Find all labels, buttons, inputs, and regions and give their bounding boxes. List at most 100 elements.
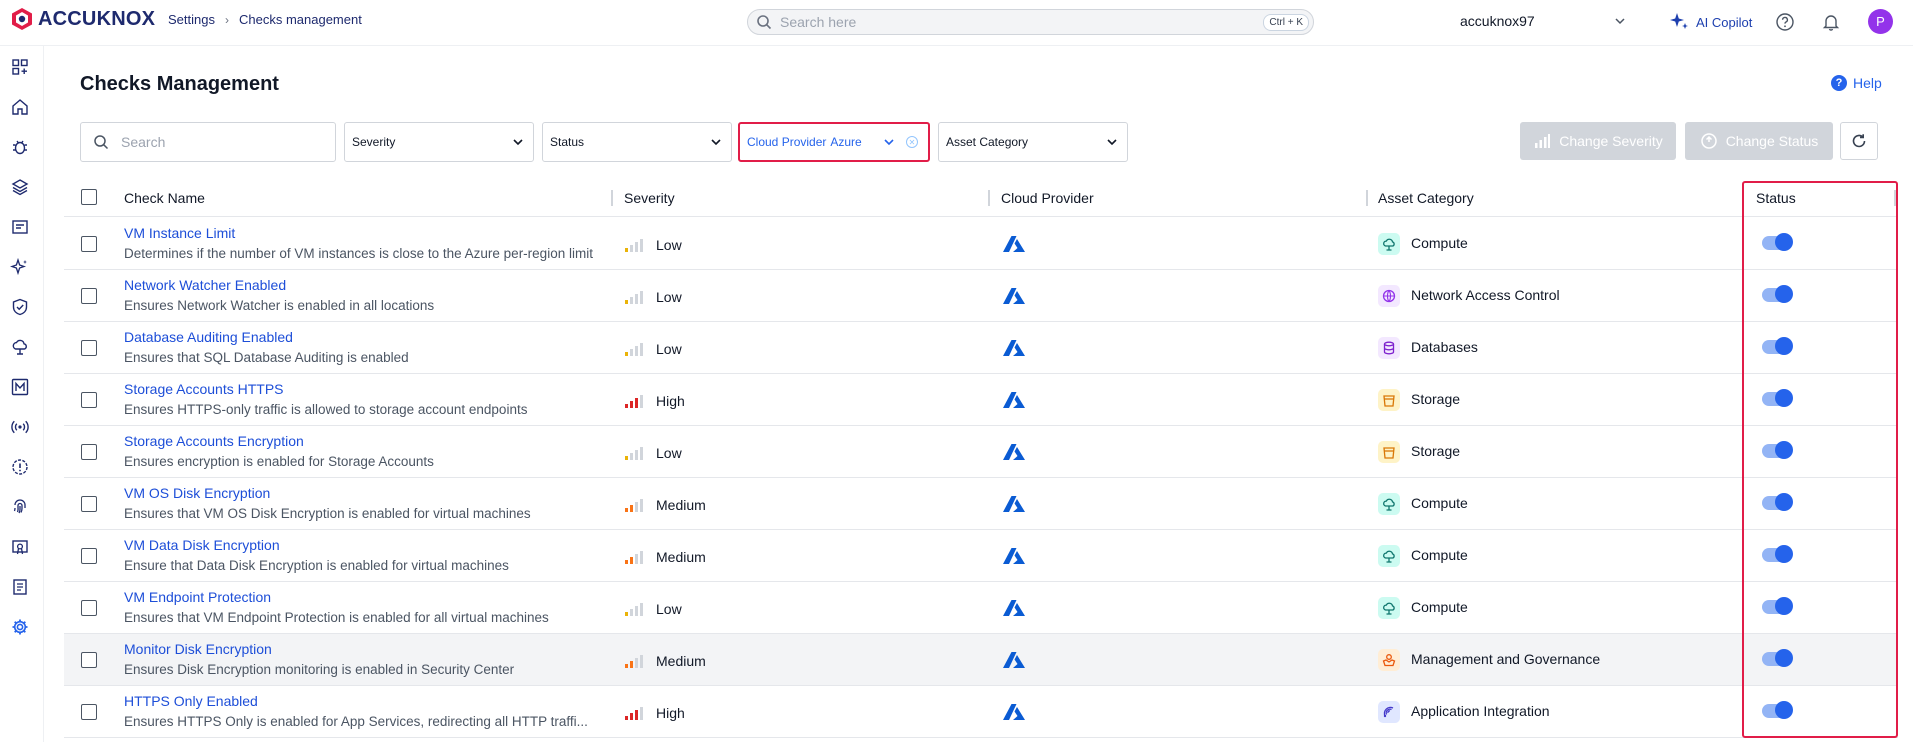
chevron-down-icon[interactable]: [1613, 14, 1627, 28]
m-badge-icon[interactable]: [9, 376, 31, 398]
change-status-button[interactable]: Change Status: [1685, 122, 1833, 160]
status-toggle[interactable]: [1762, 337, 1793, 355]
certificate-icon[interactable]: [9, 536, 31, 558]
compute-icon: [1378, 493, 1400, 515]
database-icon: [1378, 337, 1400, 359]
row-checkbox[interactable]: [81, 600, 97, 616]
help-icon: ?: [1831, 75, 1847, 91]
settings-gear-icon[interactable]: [9, 616, 31, 638]
layers-icon[interactable]: [9, 176, 31, 198]
avatar[interactable]: P: [1868, 9, 1893, 34]
status-filter-dropdown[interactable]: Status: [542, 122, 732, 162]
breadcrumb-settings[interactable]: Settings: [168, 12, 215, 27]
check-name-link[interactable]: VM OS Disk Encryption: [124, 485, 270, 501]
breadcrumb-current[interactable]: Checks management: [239, 12, 362, 27]
column-header-severity[interactable]: Severity: [624, 190, 675, 206]
severity-text: Low: [656, 445, 682, 461]
checks-search-input[interactable]: Search: [80, 122, 336, 162]
status-toggle[interactable]: [1762, 285, 1793, 303]
inventory-icon[interactable]: [9, 216, 31, 238]
check-name-link[interactable]: Database Auditing Enabled: [124, 329, 293, 345]
status-toggle[interactable]: [1762, 649, 1793, 667]
check-name-link[interactable]: VM Endpoint Protection: [124, 589, 271, 605]
status-toggle[interactable]: [1762, 441, 1793, 459]
check-name-link[interactable]: VM Instance Limit: [124, 225, 235, 241]
table-row[interactable]: Network Watcher Enabled Ensures Network W…: [64, 270, 1898, 322]
asset-category-text: Application Integration: [1411, 703, 1550, 719]
dashboard-icon[interactable]: [9, 56, 31, 78]
home-icon[interactable]: [9, 96, 31, 118]
select-all-checkbox[interactable]: [81, 189, 97, 205]
severity-filter-dropdown[interactable]: Severity: [344, 122, 534, 162]
status-toggle[interactable]: [1762, 597, 1793, 615]
row-checkbox[interactable]: [81, 652, 97, 668]
severity-text: Medium: [656, 549, 706, 565]
azure-logo-icon: [1003, 704, 1025, 720]
table-row[interactable]: HTTPS Only Enabled Ensures HTTPS Only is …: [64, 686, 1898, 738]
column-divider[interactable]: [988, 190, 990, 206]
status-toggle[interactable]: [1762, 233, 1793, 251]
status-toggle[interactable]: [1762, 493, 1793, 511]
column-header-status[interactable]: Status: [1756, 190, 1796, 206]
fingerprint-icon[interactable]: [9, 496, 31, 518]
row-checkbox[interactable]: [81, 392, 97, 408]
status-toggle[interactable]: [1762, 389, 1793, 407]
severity-bars-icon: [625, 655, 647, 668]
severity-text: High: [656, 705, 685, 721]
cloud-tree-icon[interactable]: [9, 336, 31, 358]
table-row[interactable]: Monitor Disk Encryption Ensures Disk Encr…: [64, 634, 1898, 686]
severity-filter-label: Severity: [352, 135, 396, 149]
row-checkbox[interactable]: [81, 288, 97, 304]
accuknox-logo[interactable]: ACCUKNOX: [10, 7, 155, 31]
clear-filter-icon[interactable]: ✕: [906, 136, 918, 148]
check-name-link[interactable]: HTTPS Only Enabled: [124, 693, 258, 709]
check-name-link[interactable]: Monitor Disk Encryption: [124, 641, 272, 657]
shield-icon[interactable]: [9, 296, 31, 318]
status-toggle[interactable]: [1762, 545, 1793, 563]
table-row[interactable]: VM Instance Limit Determines if the numbe…: [64, 218, 1898, 270]
global-search-input[interactable]: Search here Ctrl + K: [747, 9, 1314, 35]
bug-icon[interactable]: [9, 136, 31, 158]
column-header-cloud-provider[interactable]: Cloud Provider: [1001, 190, 1094, 206]
table-row[interactable]: Storage Accounts Encryption Ensures encry…: [64, 426, 1898, 478]
row-checkbox[interactable]: [81, 340, 97, 356]
table-row[interactable]: Database Auditing Enabled Ensures that SQ…: [64, 322, 1898, 374]
check-name-link[interactable]: Storage Accounts HTTPS: [124, 381, 284, 397]
check-name-link[interactable]: Storage Accounts Encryption: [124, 433, 304, 449]
table-row[interactable]: VM Data Disk Encryption Ensure that Data …: [64, 530, 1898, 582]
account-selector[interactable]: accuknox97: [1460, 13, 1535, 29]
column-header-asset-category[interactable]: Asset Category: [1378, 190, 1474, 206]
table-row[interactable]: Storage Accounts HTTPS Ensures HTTPS-only…: [64, 374, 1898, 426]
row-checkbox[interactable]: [81, 496, 97, 512]
broadcast-icon[interactable]: [9, 416, 31, 438]
change-severity-button[interactable]: Change Severity: [1520, 122, 1676, 160]
alert-gear-icon[interactable]: [9, 456, 31, 478]
bell-icon[interactable]: [1821, 12, 1841, 32]
help-circle-icon[interactable]: [1775, 12, 1795, 32]
asset-category-filter-dropdown[interactable]: Asset Category: [938, 122, 1128, 162]
row-checkbox[interactable]: [81, 704, 97, 720]
status-toggle[interactable]: [1762, 701, 1793, 719]
help-link[interactable]: ? Help: [1831, 75, 1882, 91]
table-header: Check Name Severity Cloud Provider Asset…: [64, 180, 1898, 217]
compute-icon: [1378, 545, 1400, 567]
row-checkbox[interactable]: [81, 548, 97, 564]
row-checkbox[interactable]: [81, 236, 97, 252]
report-icon[interactable]: [9, 576, 31, 598]
severity-bars-icon: [625, 603, 647, 616]
cloud-provider-filter-dropdown[interactable]: Cloud Provider Azure ✕: [738, 122, 930, 162]
row-checkbox[interactable]: [81, 444, 97, 460]
column-divider[interactable]: [611, 190, 613, 206]
ai-copilot-button[interactable]: AI Copilot: [1668, 11, 1752, 33]
check-name-link[interactable]: VM Data Disk Encryption: [124, 537, 280, 553]
table-row[interactable]: VM Endpoint Protection Ensures that VM En…: [64, 582, 1898, 634]
table-row[interactable]: VM OS Disk Encryption Ensures that VM OS …: [64, 478, 1898, 530]
column-divider[interactable]: [1366, 190, 1368, 206]
compute-icon: [1378, 597, 1400, 619]
column-divider[interactable]: [1894, 190, 1896, 206]
azure-logo-icon: [1003, 340, 1025, 356]
check-name-link[interactable]: Network Watcher Enabled: [124, 277, 286, 293]
column-header-check-name[interactable]: Check Name: [124, 190, 205, 206]
refresh-button[interactable]: [1840, 122, 1878, 160]
ai-sparkle-icon[interactable]: [9, 256, 31, 278]
